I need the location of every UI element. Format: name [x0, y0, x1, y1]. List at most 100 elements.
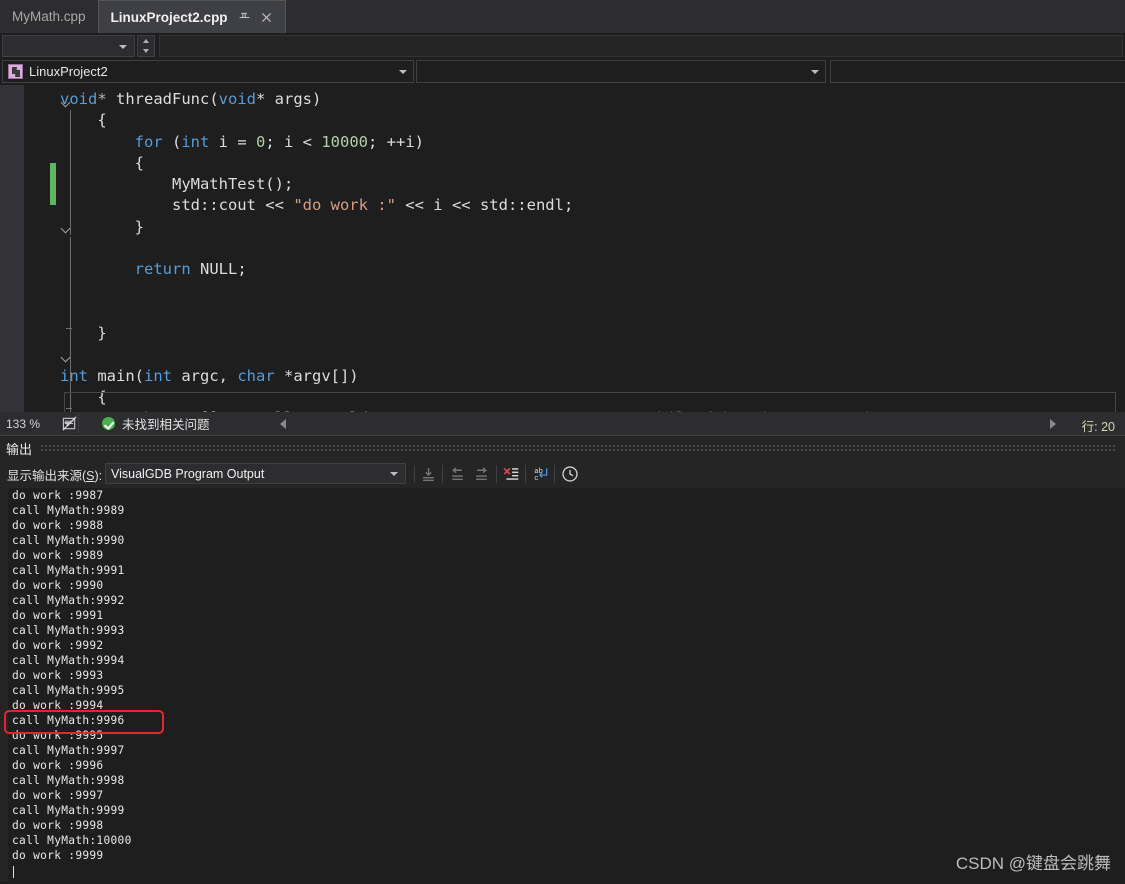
- output-log-line: do work :9995: [12, 729, 104, 743]
- toolbar-separator: [525, 465, 526, 483]
- next-issue-arrow-icon[interactable]: [1050, 419, 1056, 429]
- output-left-gutter: [0, 488, 8, 884]
- chevron-down-icon: [811, 70, 819, 74]
- chevron-down-icon: [119, 45, 127, 49]
- chevron-down-icon: [390, 472, 398, 476]
- output-log-lines: do work :9987 call MyMath:9989 do work :99…: [12, 488, 132, 863]
- output-log-line: call MyMath:9993: [12, 624, 125, 638]
- output-log-line: call MyMath:9998: [12, 774, 125, 788]
- line-number-label: 行: 20: [1081, 420, 1115, 434]
- chevron-down-icon[interactable]: [143, 49, 149, 53]
- navbar-project-dropdown[interactable]: LinuxProject2: [2, 60, 414, 83]
- code-token: *argv[]): [274, 366, 359, 385]
- output-text-area[interactable]: do work :9987 call MyMath:9989 do work :99…: [0, 488, 1125, 884]
- toggle-word-wrap-icon: ab c: [534, 468, 547, 483]
- output-log-line: do work :9994: [12, 699, 104, 713]
- code-token: 0: [256, 132, 266, 151]
- toolbar-separator: [414, 465, 415, 483]
- code-token: int: [181, 132, 210, 151]
- go-to-next-button[interactable]: [471, 464, 492, 484]
- output-log-line: call MyMath:9990: [12, 534, 125, 548]
- code-token: NULL;: [190, 260, 247, 279]
- navbar-detail-dropdown[interactable]: [830, 60, 1125, 83]
- toggle-word-wrap-button[interactable]: ab c: [530, 464, 551, 484]
- code-line: void* threadFunc(void* args): [60, 89, 975, 110]
- output-log-line: do work :9997: [12, 789, 104, 803]
- zoom-level-label[interactable]: 133 %: [6, 417, 62, 431]
- output-log-line: do work :9999: [12, 849, 104, 863]
- code-line: }: [60, 323, 975, 344]
- code-line: }: [60, 217, 975, 238]
- output-source-dropdown[interactable]: VisualGDB Program Output: [105, 463, 406, 484]
- code-line: int main(int argc, char *argv[]): [60, 366, 975, 387]
- issues-status-label: 未找到相关问题: [122, 418, 210, 432]
- output-log-line: call MyMath:9999: [12, 804, 125, 818]
- code-token: ; ++i): [368, 132, 425, 151]
- clear-all-button[interactable]: [500, 464, 521, 484]
- svg-text:c: c: [534, 475, 538, 483]
- code-line: std::cout << "do work :" << i << std::en…: [60, 195, 975, 216]
- code-line: {: [60, 110, 975, 131]
- project-icon: [8, 64, 23, 79]
- output-log-line: call MyMath:10000: [12, 834, 132, 848]
- output-log-line: call MyMath:9992: [12, 594, 125, 608]
- code-token: int: [60, 366, 88, 385]
- code-token: (: [209, 90, 219, 108]
- code-token: std::cout <<: [171, 196, 294, 215]
- success-check-icon: [102, 417, 115, 430]
- navigate-to-source-button[interactable]: [418, 464, 439, 484]
- close-icon[interactable]: [260, 11, 273, 24]
- toolbar-separator: [442, 465, 443, 483]
- code-editor[interactable]: void* threadFunc(void* args) { for (int …: [0, 85, 1125, 412]
- spinner-stepper[interactable]: [137, 35, 155, 57]
- blank-combo-left[interactable]: [2, 35, 135, 57]
- navigate-to-source-icon: [423, 467, 434, 481]
- code-token: ; i <: [265, 132, 322, 151]
- tab-linuxproject2-cpp[interactable]: LinuxProject2.cpp: [97, 0, 286, 33]
- navbar-project-label: LinuxProject2: [29, 64, 108, 79]
- output-log-line: call MyMath:9997: [12, 744, 125, 758]
- go-to-next-icon: [476, 466, 487, 480]
- code-token: threadFunc: [116, 90, 210, 108]
- editor-code-text[interactable]: void* threadFunc(void* args) { for (int …: [60, 89, 975, 412]
- pin-icon[interactable]: [238, 11, 251, 24]
- tab-label: LinuxProject2.cpp: [110, 9, 228, 25]
- source-label-suffix: ):: [94, 468, 103, 483]
- navbar-member-dropdown[interactable]: [416, 60, 826, 83]
- output-log-line: do work :9987: [12, 489, 104, 502]
- output-history-button[interactable]: [559, 464, 580, 484]
- code-token: (: [162, 132, 182, 151]
- code-line: MyMathTest();: [60, 174, 975, 195]
- toolbar-separator: [554, 465, 555, 483]
- code-token: void: [60, 90, 98, 108]
- output-log-line: call MyMath:9996: [12, 714, 125, 728]
- go-to-previous-button[interactable]: [447, 464, 468, 484]
- go-to-previous-icon: [452, 466, 463, 480]
- blank-toolbar-field[interactable]: [159, 35, 1123, 57]
- code-token: argc,: [172, 366, 238, 385]
- code-token: char: [237, 366, 275, 385]
- output-log-line: do work :9992: [12, 639, 104, 653]
- tab-label: MyMath.cpp: [12, 9, 86, 24]
- code-token: int: [144, 366, 172, 385]
- code-token: }: [134, 217, 144, 236]
- editor-tab-strip: MyMath.cpp LinuxProject2.cpp: [0, 0, 1125, 33]
- code-token: {: [97, 111, 107, 130]
- previous-issue-arrow-icon[interactable]: [280, 419, 286, 429]
- code-token: MyMathTest();: [171, 175, 294, 194]
- output-log-line: call MyMath:9994: [12, 654, 125, 668]
- chevron-up-icon[interactable]: [143, 39, 149, 43]
- watermark-label: CSDN @键盘会跳舞: [955, 854, 1111, 873]
- tab-mymath-cpp[interactable]: MyMath.cpp: [0, 0, 98, 33]
- output-pane: 输出 显示输出来源(S): VisualGDB Program Output a…: [0, 435, 1125, 884]
- pane-drag-grip[interactable]: [40, 444, 1117, 452]
- toolbar-separator: [496, 465, 497, 483]
- code-line: return NULL;: [60, 259, 975, 280]
- source-label-accesskey: S: [86, 468, 95, 483]
- output-log-line: do work :9993: [12, 669, 104, 683]
- source-label-prefix: 显示输出来源(: [7, 468, 87, 483]
- code-line: {: [60, 153, 975, 174]
